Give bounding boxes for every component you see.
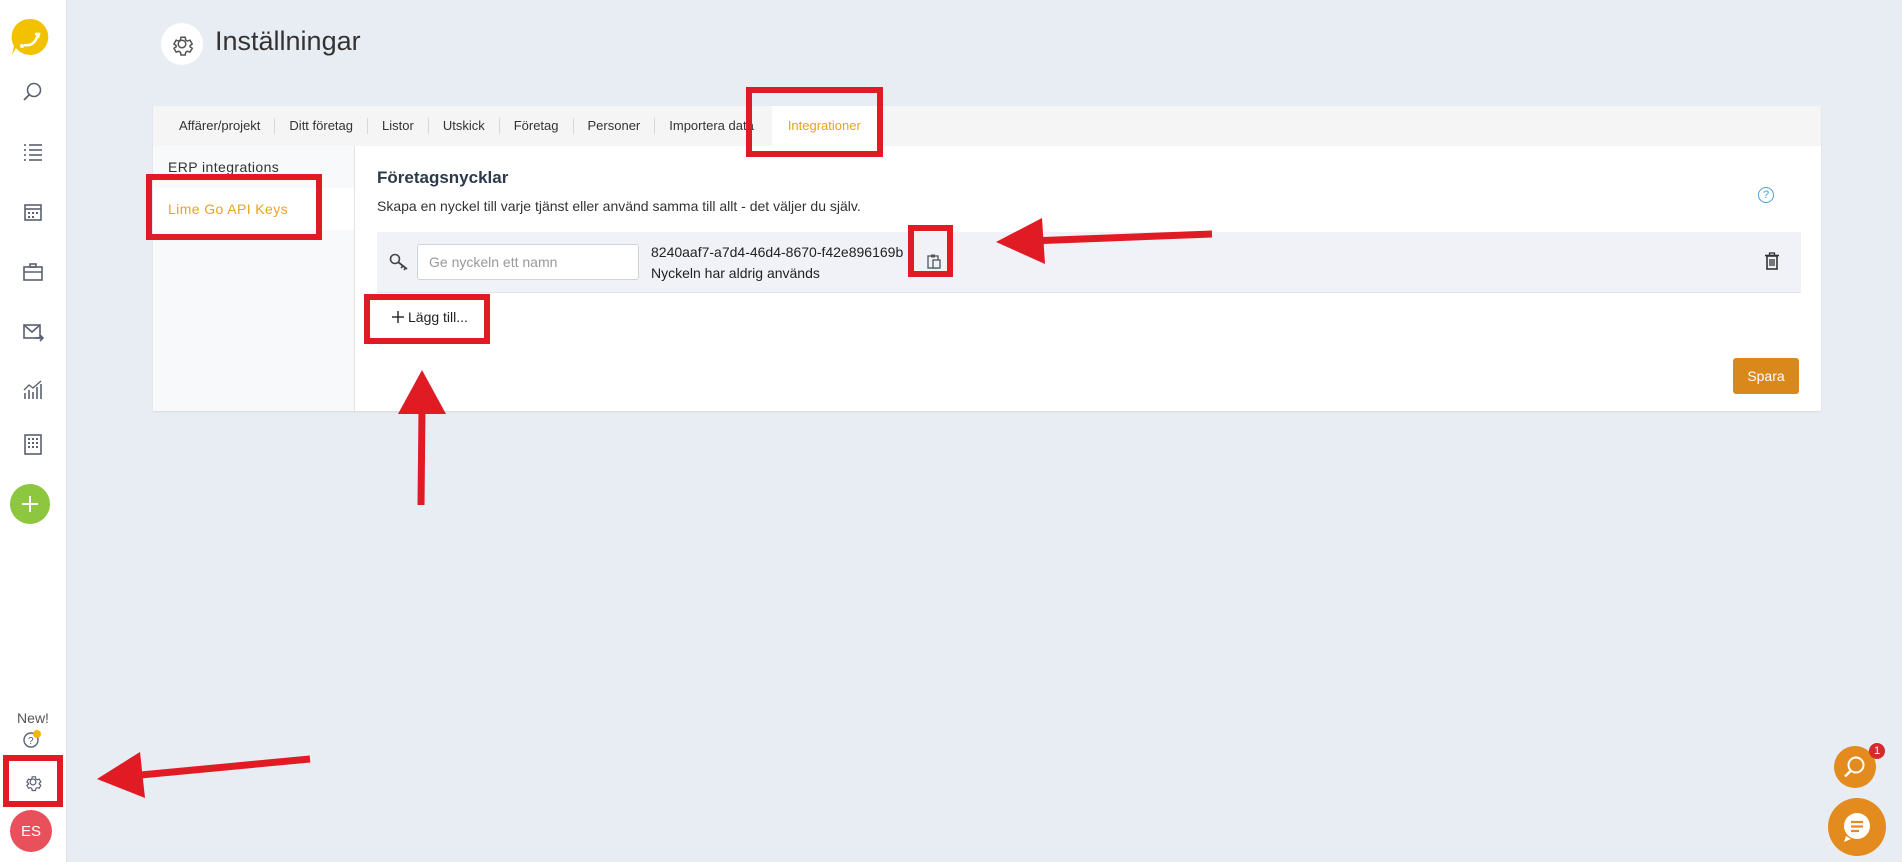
help-icon[interactable]: ? [1758,187,1774,203]
left-navigation-rail: New! ? ES [0,0,67,862]
section-description: Skapa en nyckel till varje tjänst eller … [377,198,861,214]
tab-foretag[interactable]: Företag [498,118,573,134]
chat-button[interactable] [1828,798,1886,856]
briefcase-icon[interactable] [0,252,66,292]
search-icon[interactable] [0,72,66,112]
annotation-highlight-api-keys [146,174,322,240]
chat-icon [1844,813,1870,842]
user-avatar[interactable]: ES [10,810,52,852]
new-label: New! [17,710,49,726]
settings-tabs: Affärer/projekt Ditt företag Listor Utsk… [153,106,1821,146]
tab-affarer-projekt[interactable]: Affärer/projekt [165,118,274,134]
api-key-usage-status: Nyckeln har aldrig används [651,265,820,281]
settings-card: Affärer/projekt Ditt företag Listor Utsk… [153,106,1821,411]
api-key-row: 8240aaf7-a7d4-46d4-8670-f42e896169b Nyck… [377,232,1801,293]
annotation-highlight-settings [3,755,63,807]
building-icon[interactable] [0,424,66,464]
page-title: Inställningar [215,26,361,56]
annotation-highlight-copy-button [908,225,953,277]
list-icon[interactable] [0,132,66,172]
svg-text:?: ? [28,736,34,747]
mail-send-icon[interactable] [0,312,66,352]
tab-ditt-foretag[interactable]: Ditt företag [274,118,367,134]
tab-utskick[interactable]: Utskick [427,118,499,134]
notification-badge: 1 [1869,743,1885,759]
trash-icon [1765,252,1779,270]
key-name-input[interactable] [417,244,639,280]
delete-key-button[interactable] [1764,252,1784,272]
whats-new-icon[interactable]: ? [22,729,42,749]
annotation-highlight-integrations-tab [746,87,883,157]
api-key-value: 8240aaf7-a7d4-46d4-8670-f42e896169b [651,244,904,260]
settings-header-gear-icon [161,23,203,65]
analytics-icon[interactable] [0,370,66,410]
app-logo[interactable] [10,17,50,57]
section-title: Företagsnycklar [377,168,509,187]
save-button[interactable]: Spara [1733,358,1799,394]
tab-personer[interactable]: Personer [572,118,655,134]
add-new-button[interactable] [10,484,50,524]
plus-icon [22,496,38,512]
calendar-icon[interactable] [0,192,66,232]
tab-listor[interactable]: Listor [367,118,428,134]
annotation-highlight-add-button [364,294,490,344]
search-icon [1844,756,1865,778]
key-icon [389,253,409,276]
